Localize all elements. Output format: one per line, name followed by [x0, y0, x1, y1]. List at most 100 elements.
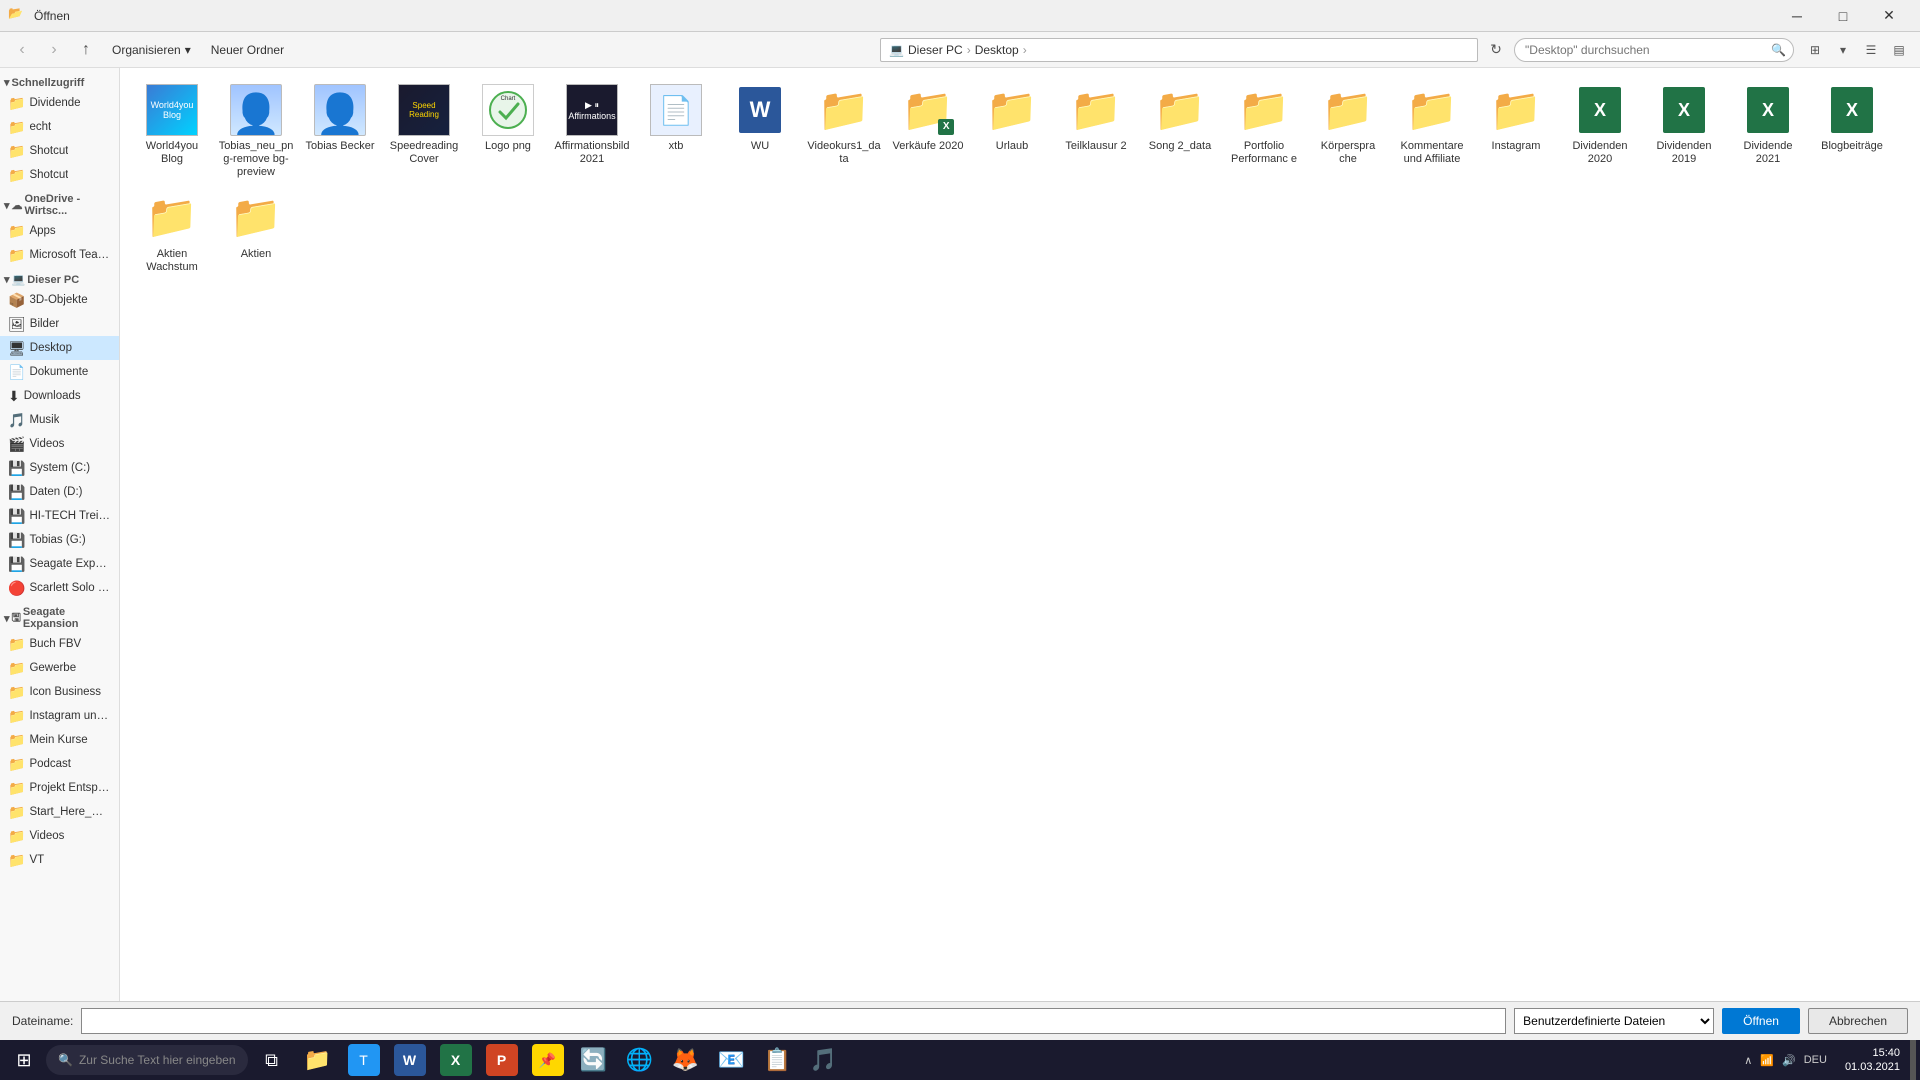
file-item-instagram[interactable]: 📁 Instagram	[1476, 80, 1556, 184]
tray-lang[interactable]: DEU	[1804, 1054, 1827, 1066]
sidebar-item-start-here[interactable]: 📁 Start_Here_Mac...	[0, 800, 119, 824]
sidebar-item-icon-business[interactable]: 📁 Icon Business	[0, 680, 119, 704]
new-folder-button[interactable]: Neuer Ordner	[203, 36, 292, 64]
sidebar-item-microsoft-teams[interactable]: 📁 Microsoft Teams	[0, 243, 119, 267]
organize-button[interactable]: Organisieren ▾	[104, 36, 199, 64]
address-bar[interactable]: 💻 Dieser PC › Desktop ›	[880, 38, 1478, 62]
taskbar-app-mail[interactable]: 📧	[710, 1040, 754, 1080]
sidebar-item-system-c[interactable]: 💾 System (C:)	[0, 456, 119, 480]
file-item-xtb[interactable]: 📄 xtb	[636, 80, 716, 184]
view-large-icons-button[interactable]: ⊞	[1802, 38, 1828, 62]
tray-sound[interactable]: 🔊	[1782, 1054, 1796, 1067]
sidebar-item-vt[interactable]: 📁 VT	[0, 848, 119, 872]
sidebar-item-shotcut2[interactable]: 📁 Shotcut	[0, 163, 119, 187]
sidebar-item-scarlett[interactable]: 🔴 Scarlett Solo USE	[0, 576, 119, 600]
onedrive-header[interactable]: ▾ ☁ OneDrive - Wirtsc...	[0, 189, 119, 219]
sidebar-item-desktop[interactable]: 🖥 Desktop	[0, 336, 119, 360]
file-item-portfolio[interactable]: 📁 Portfolio Performanc e	[1224, 80, 1304, 184]
sidebar-item-videos2[interactable]: 📁 Videos	[0, 824, 119, 848]
path-segment-computer[interactable]: Dieser PC	[908, 43, 963, 57]
taskbar-search[interactable]: 🔍 Zur Suche Text hier eingeben	[46, 1045, 248, 1075]
taskbar-show-desktop[interactable]	[1910, 1040, 1916, 1080]
forward-button[interactable]: ›	[40, 36, 68, 64]
file-item-dividenden2020[interactable]: X Dividenden 2020	[1560, 80, 1640, 184]
taskbar-app-powerpoint[interactable]: P	[480, 1040, 524, 1080]
cancel-button[interactable]: Abbrechen	[1808, 1008, 1908, 1034]
file-item-urlaub[interactable]: 📁 Urlaub	[972, 80, 1052, 184]
taskbar-app-chrome[interactable]: 🌐	[618, 1040, 662, 1080]
this-pc-header[interactable]: ▾ 💻 Dieser PC	[0, 269, 119, 288]
maximize-button[interactable]: □	[1820, 0, 1866, 32]
sidebar-item-gewerbe[interactable]: 📁 Gewerbe	[0, 656, 119, 680]
file-item-blogbeitrage[interactable]: X Blogbeiträge	[1812, 80, 1892, 184]
taskbar-app-music[interactable]: 🎵	[802, 1040, 846, 1080]
back-button[interactable]: ‹	[8, 36, 36, 64]
file-item-korpersprache[interactable]: 📁 Körperspra che	[1308, 80, 1388, 184]
taskbar-app-clipboard[interactable]: 📋	[756, 1040, 800, 1080]
sidebar-item-shotcut1[interactable]: 📁 Shotcut	[0, 139, 119, 163]
filetype-select[interactable]: Benutzerdefinierte Dateien Alle Dateien …	[1514, 1008, 1714, 1034]
sidebar-item-apps[interactable]: 📁 Apps	[0, 219, 119, 243]
close-button[interactable]: ✕	[1866, 0, 1912, 32]
taskbar-app-excel[interactable]: X	[434, 1040, 478, 1080]
sidebar-item-mein-kurse[interactable]: 📁 Mein Kurse	[0, 728, 119, 752]
file-item-aktien-wachstum[interactable]: 📁 Aktien Wachstum	[132, 188, 212, 278]
file-item-speedreading[interactable]: SpeedReading Speedreading Cover	[384, 80, 464, 184]
taskbar-app-sync[interactable]: 🔄	[572, 1040, 616, 1080]
file-item-aktien[interactable]: 📁 Aktien	[216, 188, 296, 278]
taskbar-app-sticky[interactable]: 📌	[526, 1040, 570, 1080]
taskbar-app-word[interactable]: W	[388, 1040, 432, 1080]
taskbar-app-tobias[interactable]: T	[342, 1040, 386, 1080]
seagate-header[interactable]: ▾ 🖫 Seagate Expansion	[0, 602, 119, 632]
taskbar-app-edge[interactable]: 🦊	[664, 1040, 708, 1080]
file-item-kommentare[interactable]: 📁 Kommentare und Affiliate	[1392, 80, 1472, 184]
sidebar-item-podcast[interactable]: 📁 Podcast	[0, 752, 119, 776]
file-item-song2[interactable]: 📁 Song 2_data	[1140, 80, 1220, 184]
drive-icon: 💾	[8, 532, 25, 549]
sidebar-item-buch-fbv[interactable]: 📁 Buch FBV	[0, 632, 119, 656]
up-button[interactable]: ↑	[72, 36, 100, 64]
sidebar-item-seagate[interactable]: 💾 Seagate Expansi...	[0, 552, 119, 576]
file-item-tobias-neu[interactable]: 👤 Tobias_neu_png-remove bg-preview	[216, 80, 296, 184]
file-item-tobias-becker[interactable]: 👤 Tobias Becker	[300, 80, 380, 184]
tray-expand[interactable]: ∧	[1744, 1054, 1752, 1067]
sidebar-item-echt[interactable]: 📁 echt	[0, 115, 119, 139]
file-item-logo[interactable]: Chart Logo png	[468, 80, 548, 184]
taskbar-app-explorer[interactable]: 📁	[296, 1040, 340, 1080]
path-segment-desktop[interactable]: Desktop	[975, 43, 1019, 57]
taskbar-clock[interactable]: 15:40 01.03.2021	[1837, 1046, 1908, 1075]
file-item-videokurs[interactable]: 📁 Videokurs1_data	[804, 80, 884, 184]
sidebar-item-label: Desktop	[30, 342, 72, 354]
sidebar-item-dokumente[interactable]: 📄 Dokumente	[0, 360, 119, 384]
sidebar-item-downloads[interactable]: ⬇ Downloads	[0, 384, 119, 408]
file-item-verkaufe[interactable]: 📁 X Verkäufe 2020	[888, 80, 968, 184]
sidebar-item-dividende[interactable]: 📁 Dividende	[0, 91, 119, 115]
sidebar-item-musik[interactable]: 🎵 Musik	[0, 408, 119, 432]
view-dropdown-button[interactable]: ▾	[1830, 38, 1856, 62]
start-button[interactable]: ⊞	[4, 1040, 44, 1080]
sidebar-item-3d[interactable]: 📦 3D-Objekte	[0, 288, 119, 312]
sidebar-item-videos[interactable]: 🎬 Videos	[0, 432, 119, 456]
file-item-wu[interactable]: W WU	[720, 80, 800, 184]
view-details-button[interactable]: ☰	[1858, 38, 1884, 62]
sidebar-item-hitech[interactable]: 💾 HI-TECH Treiber	[0, 504, 119, 528]
sidebar-item-projekt[interactable]: 📁 Projekt Entspann...	[0, 776, 119, 800]
file-item-dividenden2019[interactable]: X Dividenden 2019	[1644, 80, 1724, 184]
file-item-teilklausur[interactable]: 📁 Teilklausur 2	[1056, 80, 1136, 184]
open-button[interactable]: Öffnen	[1722, 1008, 1800, 1034]
search-input[interactable]	[1514, 38, 1794, 62]
tray-network[interactable]: 📶	[1760, 1054, 1774, 1067]
file-item-affirmations[interactable]: ▶ ⏸Affirmations Affirmationsbild 2021	[552, 80, 632, 184]
preview-pane-button[interactable]: ▤	[1886, 38, 1912, 62]
refresh-button[interactable]: ↻	[1482, 36, 1510, 64]
file-item-dividende2021[interactable]: X Dividende 2021	[1728, 80, 1808, 184]
minimize-button[interactable]: ─	[1774, 0, 1820, 32]
quick-access-header[interactable]: ▾ Schnellzugriff	[0, 72, 119, 91]
taskbar-app-task-view[interactable]: ⧉	[250, 1040, 294, 1080]
sidebar-item-instagram[interactable]: 📁 Instagram und T...	[0, 704, 119, 728]
sidebar-item-tobias-g[interactable]: 💾 Tobias (G:)	[0, 528, 119, 552]
filename-input[interactable]	[81, 1008, 1506, 1034]
sidebar-item-daten-d[interactable]: 💾 Daten (D:)	[0, 480, 119, 504]
file-item-world4you[interactable]: World4youBlog World4you Blog	[132, 80, 212, 184]
sidebar-item-bilder[interactable]: 🖼 Bilder	[0, 312, 119, 336]
